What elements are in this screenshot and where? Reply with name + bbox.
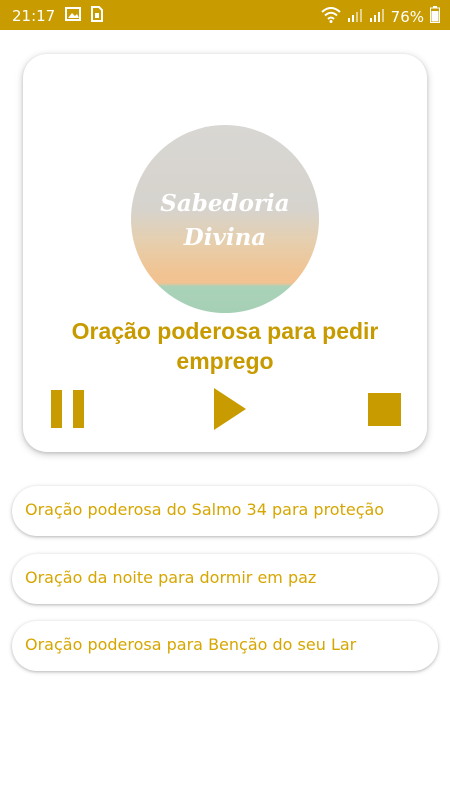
- signal-icon: [347, 7, 363, 27]
- play-button[interactable]: [213, 388, 247, 430]
- status-right: 76%: [320, 6, 440, 27]
- pause-button[interactable]: [51, 390, 85, 428]
- list-item[interactable]: Oração poderosa do Salmo 34 para proteçã…: [12, 486, 438, 536]
- status-bar: 21:17 76%: [0, 0, 450, 30]
- list-item-label: Oração da noite para dormir em paz: [25, 568, 317, 587]
- list-item-label: Oração poderosa do Salmo 34 para proteçã…: [25, 500, 385, 519]
- cover-title-line2: Divina: [183, 224, 267, 251]
- wifi-icon: [320, 6, 341, 27]
- list-item[interactable]: Oração poderosa para Benção do seu Lar: [12, 621, 438, 671]
- battery-percent: 76%: [390, 7, 424, 26]
- status-left: 21:17: [12, 6, 104, 26]
- stop-button[interactable]: [368, 393, 401, 426]
- signal-icon: [369, 7, 385, 27]
- stop-icon: [368, 393, 401, 426]
- status-time: 21:17: [12, 7, 56, 25]
- player-card: Sabedoria Divina Oração poderosa para pe…: [23, 54, 427, 452]
- image-icon: [65, 7, 82, 25]
- cover-title-line1: Sabedoria: [160, 190, 290, 217]
- album-cover: Sabedoria Divina: [131, 125, 319, 313]
- list-item[interactable]: Oração da noite para dormir em paz: [12, 554, 438, 604]
- battery-icon: [430, 6, 440, 27]
- play-icon: [214, 388, 246, 430]
- sim-icon: [91, 6, 104, 26]
- now-playing-title: Oração poderosa para pedir emprego: [71, 318, 379, 374]
- pause-icon: [51, 390, 84, 428]
- list-item-label: Oração poderosa para Benção do seu Lar: [25, 635, 357, 654]
